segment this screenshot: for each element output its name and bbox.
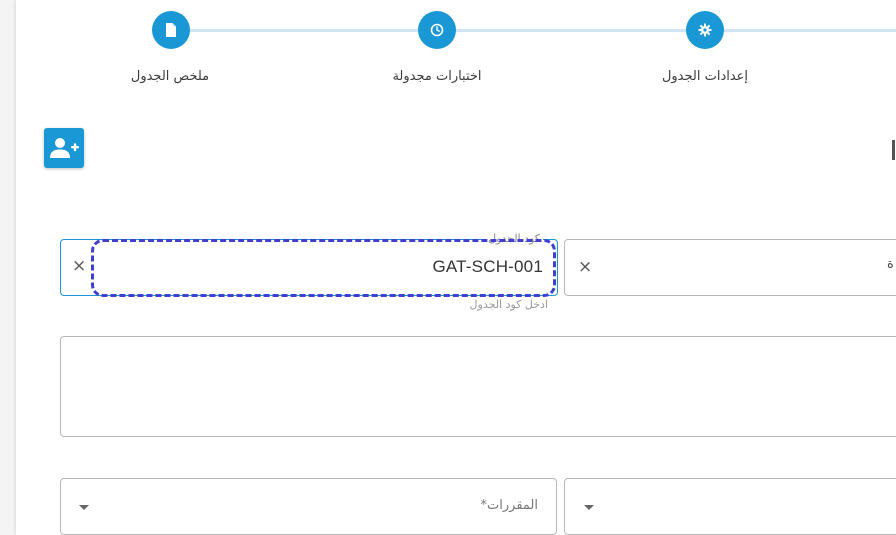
- step-scheduled-tests-circle[interactable]: [418, 11, 456, 49]
- add-user-icon: [50, 138, 79, 158]
- step-summary-circle[interactable]: [152, 11, 190, 49]
- schedule-code-field[interactable]: × GAT-SCH-001: [60, 239, 558, 296]
- chevron-down-icon: [79, 505, 89, 510]
- stepper-track: [170, 29, 896, 32]
- step-scheduled-tests-label: اختبارات مجدولة: [392, 69, 482, 84]
- courses-select[interactable]: المقررات*: [60, 478, 557, 535]
- add-user-button[interactable]: [44, 128, 84, 168]
- courses-select-label: المقررات*: [480, 498, 538, 513]
- step-settings-circle[interactable]: [686, 11, 724, 49]
- right-field-partial-text: ة: [887, 257, 894, 272]
- chevron-down-icon: [584, 505, 594, 510]
- document-icon: [166, 23, 176, 37]
- clock-icon: [430, 23, 444, 37]
- gear-icon: [698, 23, 712, 37]
- right-field-clear-button[interactable]: ×: [578, 259, 592, 276]
- right-text-field[interactable]: × ة: [564, 239, 896, 296]
- step-settings-label: إعدادات الجدول: [661, 69, 749, 84]
- description-textarea[interactable]: [60, 336, 896, 437]
- toolbar-edge-marker: [892, 140, 895, 160]
- page-left-strip: [0, 0, 16, 535]
- schedule-code-clear-button[interactable]: ×: [72, 258, 86, 275]
- schedule-code-value: GAT-SCH-001: [432, 257, 543, 276]
- schedule-code-hint: ادخل كود الجدول: [469, 298, 548, 311]
- right-select[interactable]: [564, 478, 896, 535]
- step-summary-label: ملخص الجدول: [130, 69, 210, 84]
- schedule-code-label: كود الجدول: [485, 232, 543, 245]
